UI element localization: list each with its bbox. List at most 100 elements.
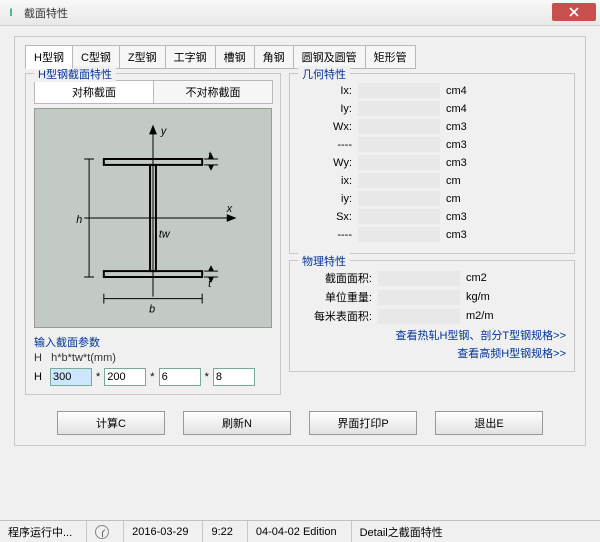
geom-label: Ix: (298, 85, 358, 97)
phys-label: 每米表面积: (298, 308, 378, 324)
geom-label: ix: (298, 175, 358, 187)
geom-unit: cm4 (446, 85, 484, 97)
titlebar: I 截面特性 (0, 0, 600, 26)
geom-label: Wx: (298, 121, 358, 133)
physical-groupbox: 物理特性 截面面积:cm2单位重量:kg/m每米表面积:m2/m 查看热轧H型钢… (289, 260, 575, 372)
param-row-label: H (34, 371, 48, 383)
app-icon: I (4, 6, 18, 20)
geometry-group-label: 几何特性 (298, 66, 350, 82)
link-hotrolled-spec[interactable]: 查看热轧H型钢、剖分T型钢规格>> (298, 328, 566, 346)
param-hint: h*b*tw*t(mm) (51, 352, 116, 364)
close-button[interactable] (552, 3, 596, 21)
param-hint-prefix: H (34, 352, 42, 364)
geom-row: Wy: cm3 (298, 155, 566, 170)
geometry-groupbox: 几何特性 Ix:cm4Iy:cm4Wx:cm3----cm3Wy:cm3ix:c… (289, 73, 575, 254)
geom-value (358, 155, 440, 170)
geom-row: Wx: cm3 (298, 119, 566, 134)
status-clock-cell (86, 521, 117, 542)
geom-row: iy: cm (298, 191, 566, 206)
input-tw[interactable] (159, 368, 201, 386)
geom-value (358, 137, 440, 152)
geom-unit: cm3 (446, 139, 484, 151)
param-inputs-row: H * * * (34, 368, 272, 386)
geom-value (358, 227, 440, 242)
geom-label: ---- (298, 139, 358, 151)
geom-label: iy: (298, 193, 358, 205)
geom-row: Sx:cm3 (298, 209, 566, 224)
tab-h-steel[interactable]: H型钢 (25, 45, 73, 69)
clock-icon (95, 525, 109, 539)
phys-label: 截面面积: (298, 270, 378, 286)
statusbar: 程序运行中... 2016-03-29 9:22 04-04-02 Editio… (0, 520, 600, 542)
geom-row: ix: cm (298, 173, 566, 188)
geom-value (358, 101, 440, 116)
phys-value (378, 309, 460, 324)
input-b[interactable] (104, 368, 146, 386)
tab-angle[interactable]: 角钢 (254, 45, 294, 69)
geom-value (358, 173, 440, 188)
tab-z-steel[interactable]: Z型钢 (119, 45, 166, 69)
window-title: 截面特性 (24, 5, 596, 21)
status-running: 程序运行中... (8, 521, 80, 542)
outer-frame: H型钢 C型钢 Z型钢 工字钢 槽钢 角钢 圆钢及圆管 矩形管 H型钢截面特性 … (14, 36, 586, 446)
param-group-label: 输入截面参数 (34, 334, 272, 350)
phys-value (378, 290, 460, 305)
calc-button[interactable]: 计算C (57, 411, 165, 435)
tab-asymmetric[interactable]: 不对称截面 (153, 80, 273, 104)
tab-rect-tube[interactable]: 矩形管 (365, 45, 416, 69)
dim-tw-label: tw (159, 229, 171, 241)
tab-i-steel[interactable]: 工字钢 (165, 45, 216, 69)
phys-unit: m2/m (466, 310, 504, 322)
geom-value (358, 83, 440, 98)
geom-row: ---- cm3 (298, 227, 566, 242)
phys-value (378, 271, 460, 286)
geom-row: ---- cm3 (298, 137, 566, 152)
geom-value (358, 209, 440, 224)
axis-x-label: x (226, 203, 233, 215)
status-time: 9:22 (202, 521, 240, 542)
symmetry-tabs: 对称截面 不对称截面 (34, 80, 272, 104)
print-button[interactable]: 界面打印P (309, 411, 417, 435)
geom-unit: cm3 (446, 121, 484, 133)
geom-unit: cm3 (446, 157, 484, 169)
main-area: H型钢 C型钢 Z型钢 工字钢 槽钢 角钢 圆钢及圆管 矩形管 H型钢截面特性 … (0, 26, 600, 452)
geom-row: Ix: cm4 (298, 83, 566, 98)
dim-b-label: b (149, 303, 155, 315)
geom-label: Sx: (298, 211, 358, 223)
close-icon (569, 7, 579, 17)
link-highfreq-spec[interactable]: 查看高频H型钢规格>> (298, 346, 566, 364)
input-t[interactable] (213, 368, 255, 386)
dim-h-label: h (76, 214, 82, 226)
geom-unit: cm (446, 175, 484, 187)
phys-label: 单位重量: (298, 289, 378, 305)
geom-unit: cm3 (446, 229, 484, 241)
exit-button[interactable]: 退出E (435, 411, 543, 435)
status-detail: Detail之截面特性 (351, 521, 451, 542)
physical-group-label: 物理特性 (298, 253, 350, 269)
geom-label: ---- (298, 229, 358, 241)
section-groupbox: H型钢截面特性 对称截面 不对称截面 y x (25, 73, 281, 395)
refresh-button[interactable]: 刷新N (183, 411, 291, 435)
tab-symmetric[interactable]: 对称截面 (34, 80, 154, 104)
geom-label: Wy: (298, 157, 358, 169)
mul-1: * (94, 371, 102, 383)
input-h[interactable] (50, 368, 92, 386)
axis-y-label: y (160, 125, 167, 137)
phys-row: 单位重量: kg/m (298, 289, 566, 305)
geom-label: Iy: (298, 103, 358, 115)
geom-value (358, 119, 440, 134)
section-diagram: y x h (34, 108, 272, 328)
mul-3: * (203, 371, 211, 383)
geom-unit: cm4 (446, 103, 484, 115)
mul-2: * (148, 371, 156, 383)
status-date: 2016-03-29 (123, 521, 196, 542)
status-edition: 04-04-02 Edition (247, 521, 345, 542)
param-group: 输入截面参数 H h*b*tw*t(mm) H * * * (34, 334, 272, 386)
phys-row: 每米表面积: m2/m (298, 308, 566, 324)
tab-channel[interactable]: 槽钢 (215, 45, 255, 69)
geom-row: Iy: cm4 (298, 101, 566, 116)
phys-row: 截面面积: cm2 (298, 270, 566, 286)
phys-unit: kg/m (466, 291, 504, 303)
geom-unit: cm (446, 193, 484, 205)
phys-unit: cm2 (466, 272, 504, 284)
